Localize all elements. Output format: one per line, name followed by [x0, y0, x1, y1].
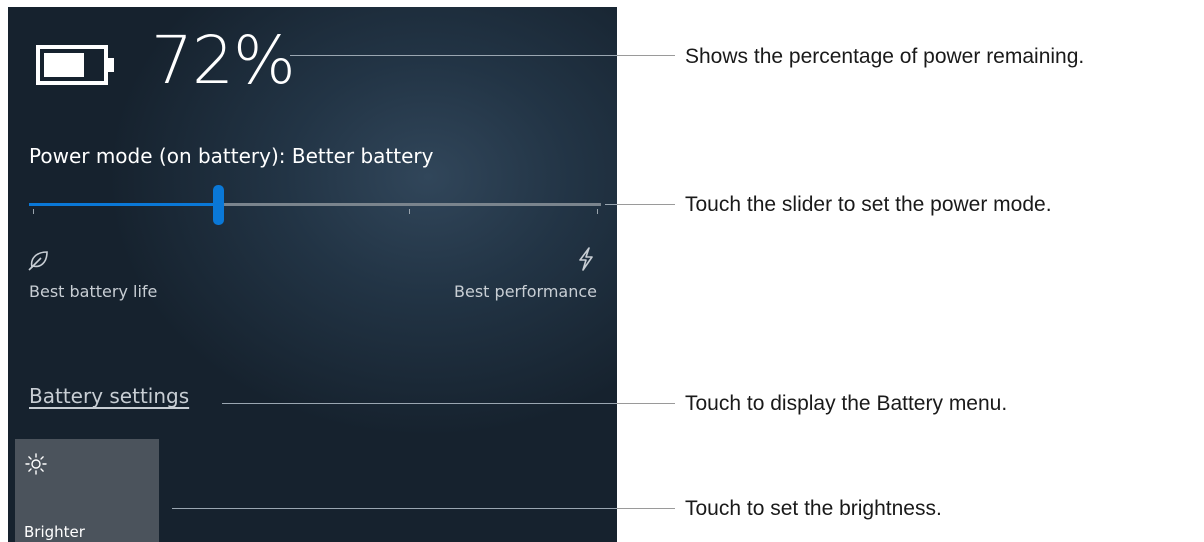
best-performance-label: Best performance: [454, 282, 597, 301]
slider-thumb: [213, 185, 224, 225]
leader-line-slider-ext: [617, 204, 675, 205]
power-mode-label: Power mode (on battery): Better battery: [29, 144, 434, 168]
slider-tick: [409, 209, 410, 214]
leader-line-slider: [605, 204, 617, 205]
slider-ticks: [33, 209, 598, 214]
callout-brightness: Touch to set the brightness.: [685, 497, 942, 520]
lightning-bolt-icon: [579, 247, 593, 271]
slider-fill: [29, 203, 218, 206]
leader-line-battery-ext: [617, 55, 675, 56]
leader-line-settings: [222, 403, 617, 404]
battery-icon: [36, 45, 114, 85]
leader-line-settings-ext: [617, 403, 675, 404]
callout-power-mode-slider: Touch the slider to set the power mode.: [685, 193, 1052, 216]
leader-line-brightness: [172, 508, 617, 509]
slider-tick: [33, 209, 34, 214]
leader-line-brightness-ext: [617, 508, 675, 509]
battery-percentage: 72%: [151, 22, 296, 99]
sun-icon: [25, 453, 47, 475]
leader-line-battery: [290, 55, 617, 56]
brightness-label: Brighter: [24, 523, 85, 541]
slider-tick: [597, 209, 598, 214]
battery-flyout-panel: 72% Power mode (on battery): Better batt…: [8, 7, 617, 542]
best-battery-life-label: Best battery life: [29, 282, 158, 301]
callout-battery-percentage: Shows the percentage of power remaining.: [685, 45, 1085, 68]
callout-battery-settings: Touch to display the Battery menu.: [685, 392, 1008, 415]
battery-settings-link[interactable]: Battery settings: [29, 384, 189, 408]
brightness-quick-action-button[interactable]: Brighter: [15, 439, 159, 542]
power-mode-slider[interactable]: [29, 185, 601, 225]
leaf-icon: [28, 251, 48, 271]
